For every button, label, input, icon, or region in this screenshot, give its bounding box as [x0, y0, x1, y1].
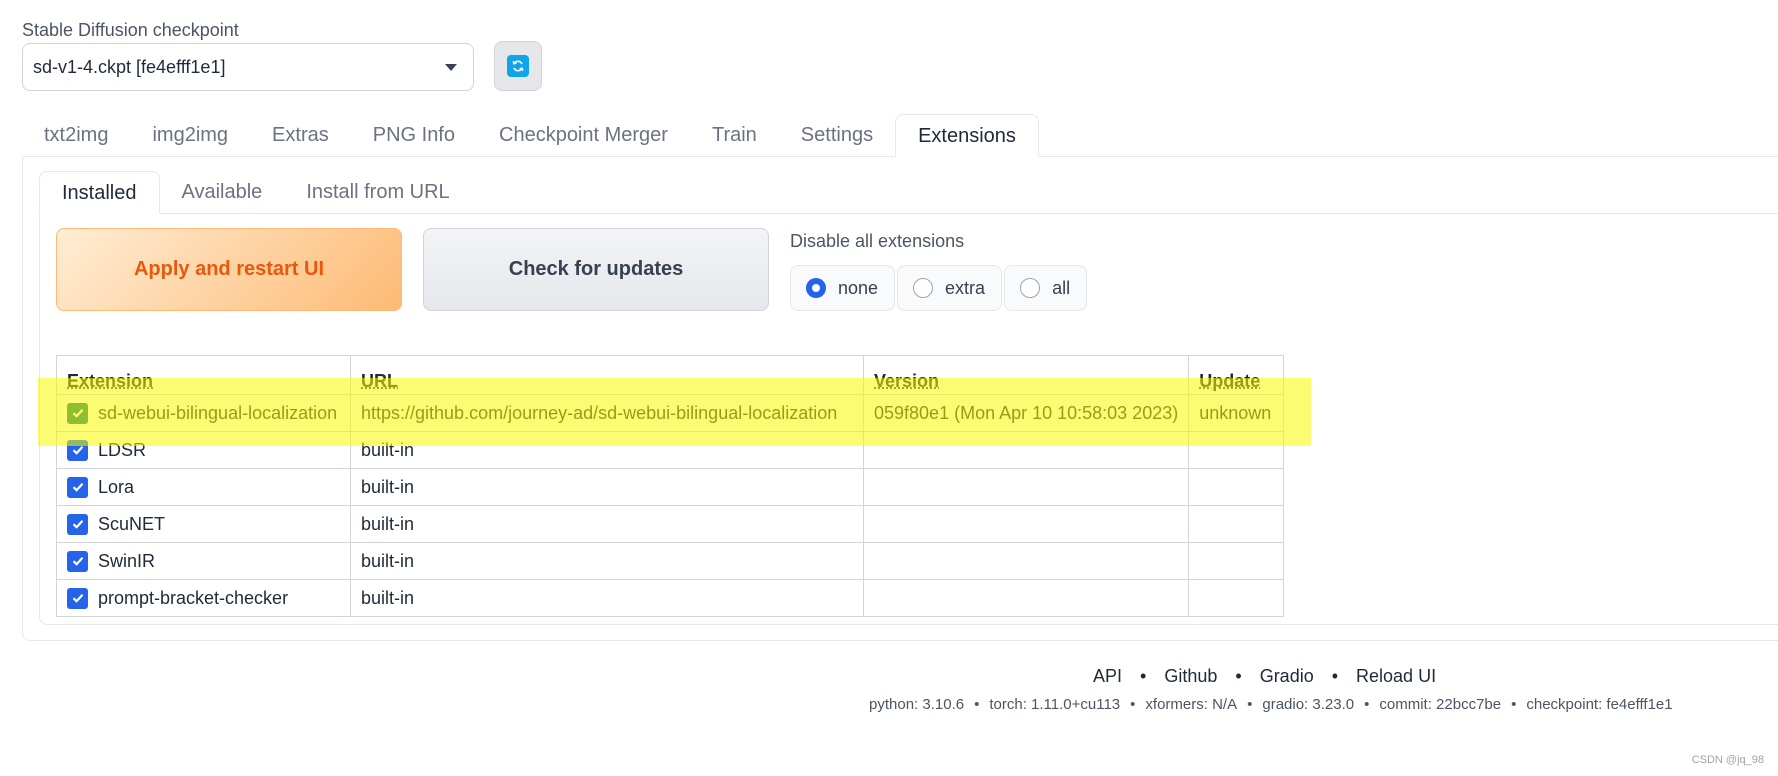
extension-version: 059f80e1 (Mon Apr 10 10:58:03 2023)	[862, 394, 1190, 432]
tab-installed[interactable]: Installed	[39, 171, 160, 214]
extension-url: built-in	[350, 505, 864, 543]
extension-update	[1188, 468, 1285, 506]
main-tabs: txt2img img2img Extras PNG Info Checkpoi…	[22, 114, 1039, 157]
checkpoint-selected-value: sd-v1-4.ckpt [fe4efff1e1]	[33, 56, 226, 77]
extension-name: prompt-bracket-checker	[98, 587, 289, 608]
check-for-updates-button[interactable]: Check for updates	[423, 228, 769, 311]
info-gradio: gradio: 3.23.0	[1262, 696, 1355, 713]
info-python: python: 3.10.6	[869, 696, 965, 713]
extension-version	[862, 431, 1190, 469]
footer-separator: •	[1130, 696, 1136, 713]
extension-version	[862, 468, 1190, 506]
checkpoint-dropdown[interactable]: sd-v1-4.ckpt [fe4efff1e1]	[22, 43, 474, 91]
radio-label-all: all	[1052, 277, 1071, 298]
extension-name: LDSR	[98, 439, 147, 460]
checkbox-checked-icon[interactable]	[67, 513, 88, 535]
table-row: SwinIR built-in	[56, 542, 1285, 580]
footer-links: API • Github • Gradio • Reload UI	[1093, 666, 1436, 687]
tab-extensions[interactable]: Extensions	[895, 114, 1039, 157]
extension-url: built-in	[350, 542, 864, 580]
table-row: prompt-bracket-checker built-in	[56, 579, 1285, 617]
tab-settings[interactable]: Settings	[779, 114, 895, 156]
tab-train[interactable]: Train	[690, 114, 779, 156]
tab-txt2img[interactable]: txt2img	[22, 114, 130, 156]
footer-link-github[interactable]: Github	[1164, 666, 1217, 687]
footer-separator: •	[1331, 666, 1339, 686]
footer-link-reload-ui[interactable]: Reload UI	[1356, 666, 1436, 687]
checkbox-checked-icon[interactable]	[67, 587, 88, 609]
column-header-update: Update	[1188, 355, 1285, 395]
table-row: Lora built-in	[56, 468, 1285, 506]
extension-url: https://github.com/journey-ad/sd-webui-b…	[350, 394, 864, 432]
checkbox-checked-icon[interactable]	[67, 439, 88, 461]
apply-and-restart-button[interactable]: Apply and restart UI	[56, 228, 402, 311]
radio-option-none[interactable]: none	[790, 265, 896, 311]
extension-version	[862, 505, 1190, 543]
tab-img2img[interactable]: img2img	[130, 114, 250, 156]
footer-separator: •	[974, 696, 980, 713]
extension-name: ScuNET	[98, 513, 166, 534]
checkpoint-label: Stable Diffusion checkpoint	[22, 20, 239, 40]
extension-version	[862, 542, 1190, 580]
table-row: ScuNET built-in	[56, 505, 1285, 543]
radio-unchecked-icon	[913, 278, 934, 298]
radio-label-none: none	[838, 277, 879, 298]
checkbox-checked-icon[interactable]	[67, 476, 88, 498]
radio-option-extra[interactable]: extra	[897, 265, 1003, 311]
table-header-row: Extension URL Version Update	[56, 355, 1285, 395]
tab-available[interactable]: Available	[160, 171, 285, 213]
refresh-icon	[507, 55, 529, 77]
chevron-down-icon	[445, 63, 457, 71]
footer-separator: •	[1247, 696, 1253, 713]
checkbox-checked-icon[interactable]	[67, 402, 88, 424]
extension-update	[1188, 579, 1285, 617]
column-header-url: URL	[350, 355, 864, 395]
extensions-sub-tabs: Installed Available Install from URL	[39, 171, 472, 214]
table-row: sd-webui-bilingual-localization https://…	[56, 394, 1285, 432]
extension-url: built-in	[350, 431, 864, 469]
radio-option-all[interactable]: all	[1004, 265, 1088, 311]
tab-png-info[interactable]: PNG Info	[351, 114, 477, 156]
extension-update: unknown	[1188, 394, 1285, 432]
extension-name: SwinIR	[98, 550, 156, 571]
watermark: CSDN @jq_98	[1691, 754, 1764, 766]
extension-url: built-in	[350, 468, 864, 506]
info-torch: torch: 1.11.0+cu113	[989, 696, 1121, 713]
extension-update	[1188, 505, 1285, 543]
footer-separator: •	[1140, 666, 1147, 686]
column-header-extension: Extension	[56, 355, 351, 395]
extension-update	[1188, 542, 1285, 580]
extensions-table: Extension URL Version Update sd-webui-bi…	[56, 355, 1285, 617]
footer-separator: •	[1511, 696, 1517, 713]
radio-label-extra: extra	[945, 277, 986, 298]
refresh-checkpoint-button[interactable]	[494, 41, 542, 91]
column-header-version: Version	[862, 355, 1190, 395]
footer-separator: •	[1235, 666, 1242, 686]
extension-url: built-in	[350, 579, 864, 617]
info-xformers: xformers: N/A	[1145, 696, 1238, 713]
info-commit: commit: 22bcc7be	[1379, 696, 1502, 713]
footer-separator: •	[1364, 696, 1370, 713]
footer-version-info: python: 3.10.6 • torch: 1.11.0+cu113 • x…	[869, 696, 1673, 713]
tab-extras[interactable]: Extras	[250, 114, 351, 156]
checkbox-checked-icon[interactable]	[67, 550, 88, 572]
radio-unchecked-icon	[1020, 278, 1041, 298]
info-checkpoint: checkpoint: fe4efff1e1	[1526, 696, 1673, 713]
tab-install-from-url[interactable]: Install from URL	[284, 171, 471, 213]
radio-checked-icon	[806, 278, 826, 298]
disable-all-label: Disable all extensions	[790, 231, 965, 251]
footer-link-api[interactable]: API	[1093, 666, 1122, 687]
tab-checkpoint-merger[interactable]: Checkpoint Merger	[477, 114, 690, 156]
extension-update	[1188, 431, 1285, 469]
table-row: LDSR built-in	[56, 431, 1285, 469]
footer-link-gradio[interactable]: Gradio	[1260, 666, 1314, 687]
extension-name: sd-webui-bilingual-localization	[98, 402, 338, 423]
extension-name: Lora	[98, 476, 135, 497]
extension-version	[862, 579, 1190, 617]
disable-all-radio-group: none extra all	[790, 265, 1088, 311]
